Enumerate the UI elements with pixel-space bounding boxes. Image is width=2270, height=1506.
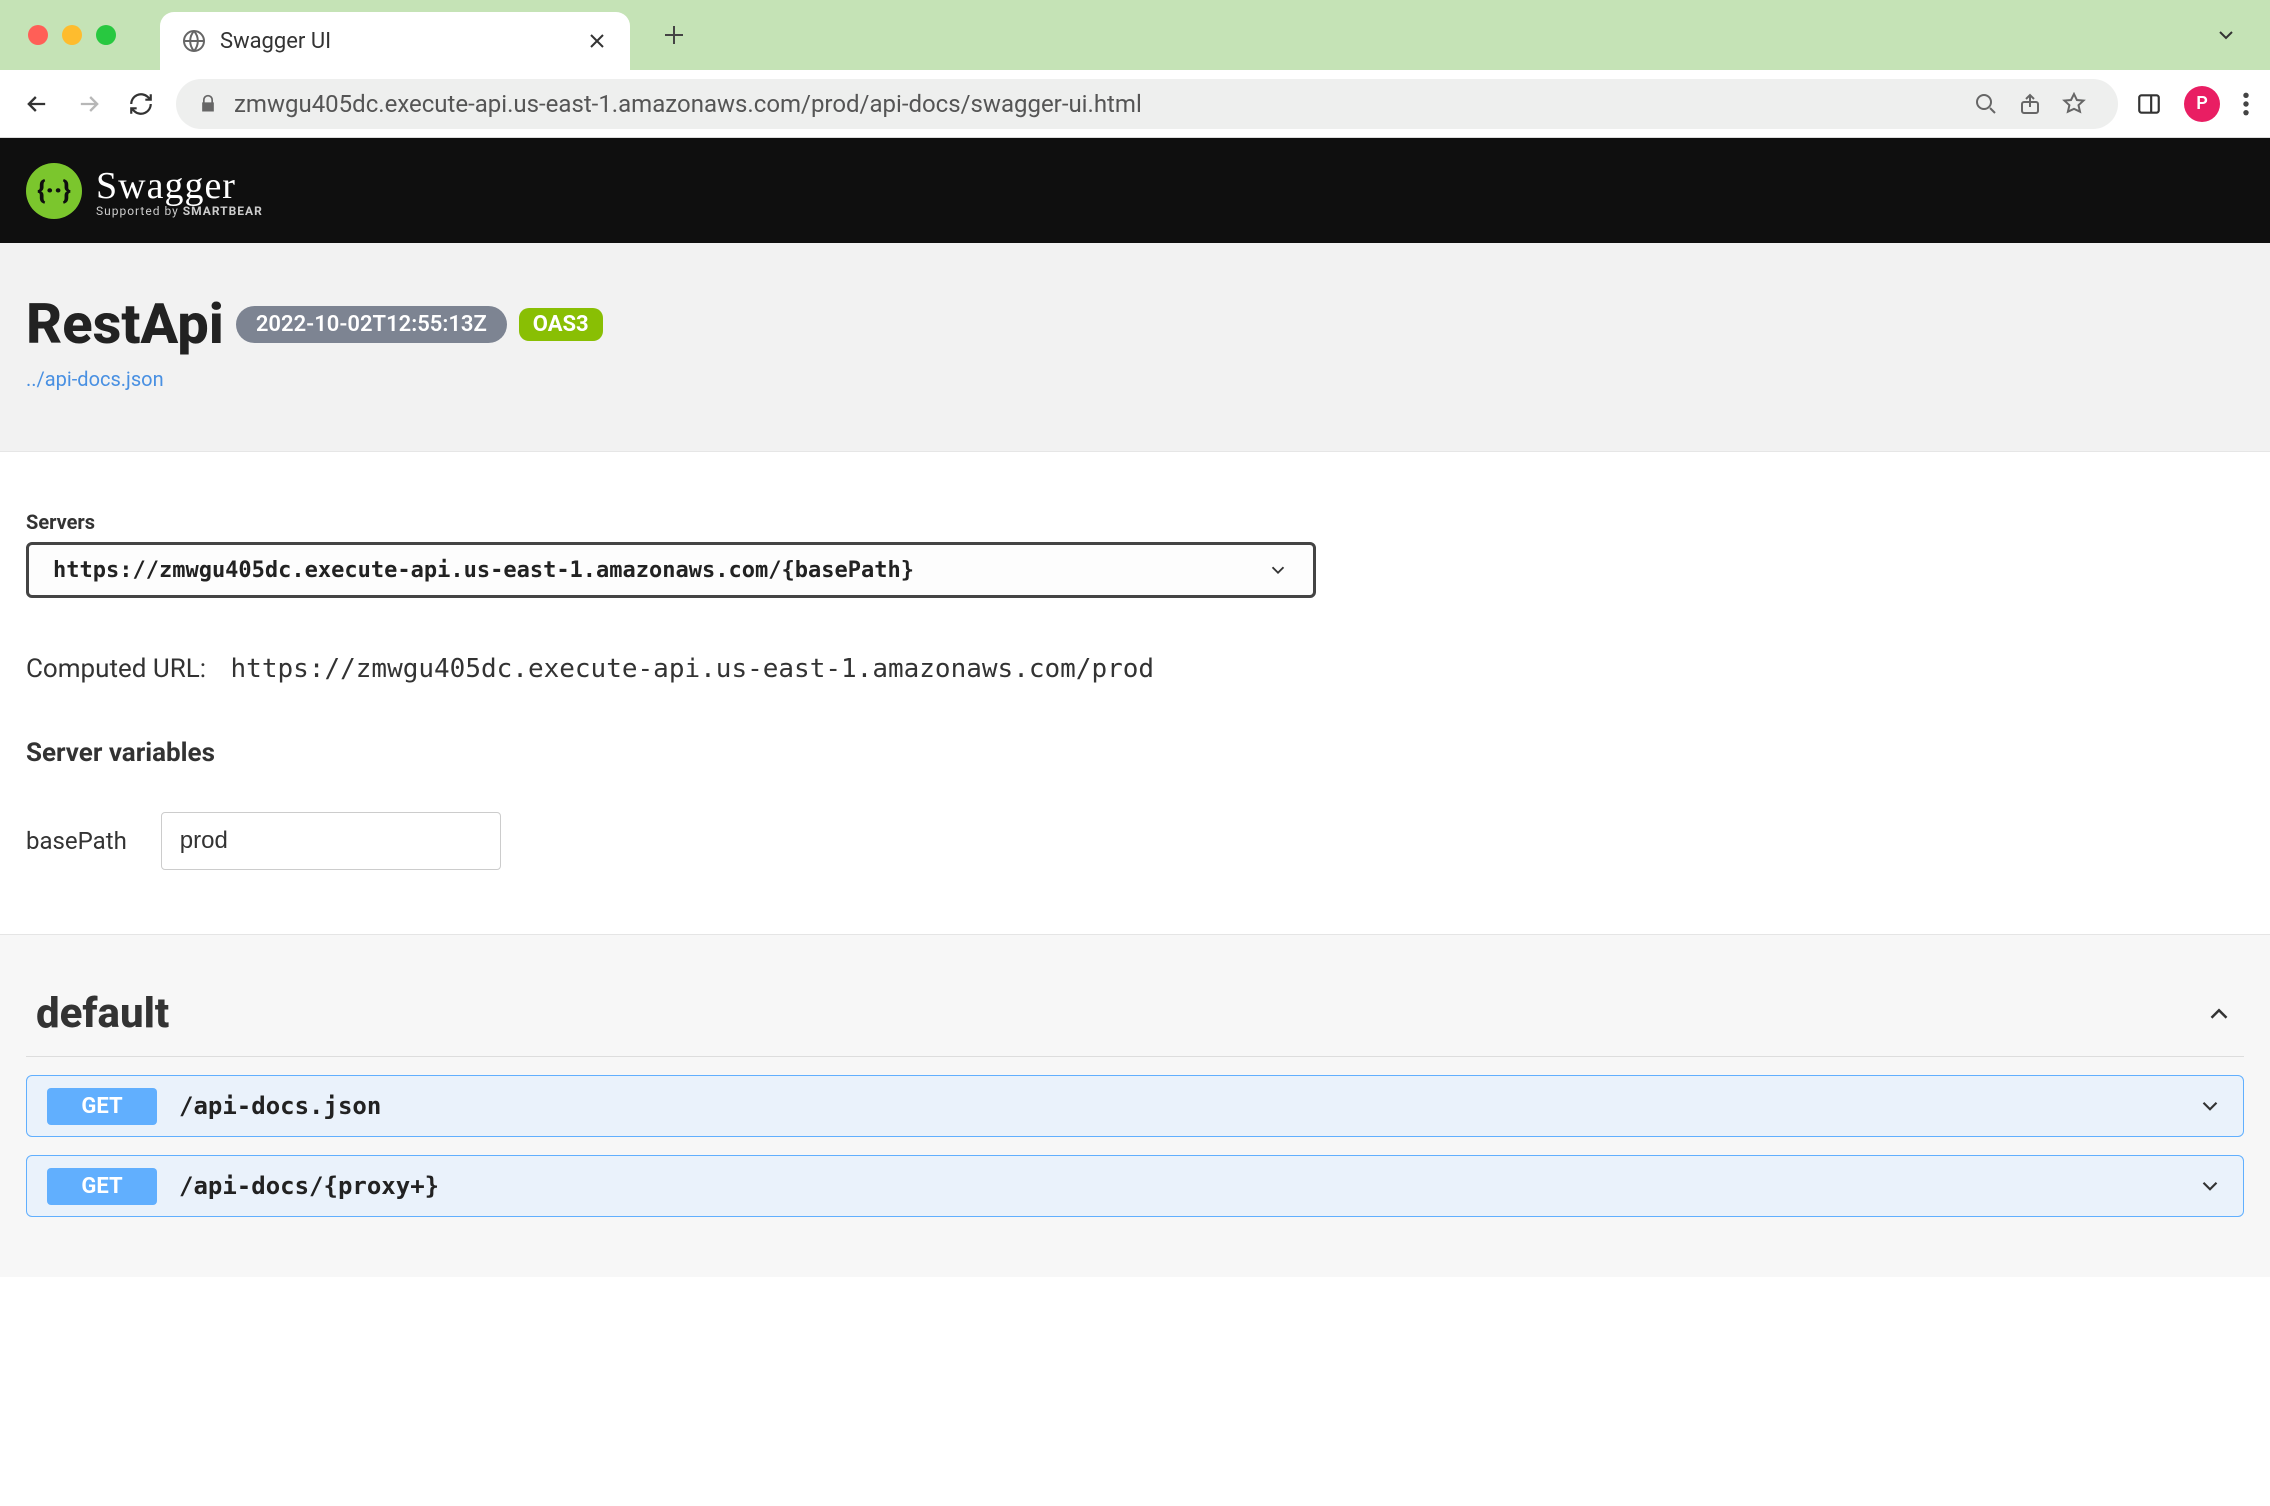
- operation-path: /api-docs.json: [179, 1092, 381, 1120]
- swagger-topbar: {··} Swagger Supported by SMARTBEAR: [0, 138, 2270, 243]
- servers-section: Servers https://zmwgu405dc.execute-api.u…: [0, 452, 2270, 934]
- servers-label: Servers: [26, 510, 2244, 534]
- share-icon[interactable]: [2018, 92, 2042, 116]
- swagger-logo-icon: {··}: [26, 163, 82, 219]
- profile-avatar[interactable]: P: [2184, 86, 2220, 122]
- avatar-letter: P: [2196, 93, 2208, 114]
- reload-button[interactable]: [124, 87, 158, 121]
- operation-row[interactable]: GET /api-docs/{proxy+}: [26, 1155, 2244, 1217]
- tab-close-button[interactable]: [588, 32, 612, 50]
- operation-path: /api-docs/{proxy+}: [179, 1172, 439, 1200]
- basepath-input[interactable]: [161, 812, 501, 870]
- tab-overflow-button[interactable]: [2214, 23, 2238, 47]
- server-variable-row: basePath: [26, 812, 2244, 870]
- side-panel-icon[interactable]: [2136, 91, 2162, 117]
- support-prefix: Supported by: [96, 204, 183, 218]
- tag-name: default: [36, 989, 169, 1038]
- server-select[interactable]: https://zmwgu405dc.execute-api.us-east-1…: [26, 542, 1316, 598]
- new-tab-button[interactable]: [662, 23, 686, 47]
- http-method-badge: GET: [47, 1088, 157, 1125]
- swagger-support: Supported by SMARTBEAR: [96, 204, 263, 218]
- chevron-down-icon: [2197, 1173, 2223, 1199]
- operations-section: default GET /api-docs.json GET /api-docs…: [0, 934, 2270, 1277]
- browser-chrome: Swagger UI zmwgu405dc.execute-api.us-eas…: [0, 0, 2270, 138]
- server-variable-name: basePath: [26, 827, 127, 855]
- chevron-down-icon: [1267, 559, 1289, 581]
- url-field[interactable]: zmwgu405dc.execute-api.us-east-1.amazona…: [176, 79, 2118, 129]
- swagger-brand[interactable]: {··} Swagger Supported by SMARTBEAR: [26, 163, 263, 219]
- api-title: RestApi: [26, 291, 224, 357]
- search-icon[interactable]: [1974, 92, 1998, 116]
- swagger-name: Swagger: [96, 164, 263, 208]
- window-minimize-button[interactable]: [62, 25, 82, 45]
- window-maximize-button[interactable]: [96, 25, 116, 45]
- tab-bar: Swagger UI: [0, 0, 2270, 70]
- menu-icon[interactable]: [2242, 91, 2250, 117]
- url-text: zmwgu405dc.execute-api.us-east-1.amazona…: [234, 90, 1958, 118]
- swagger-logo-glyph: {··}: [37, 176, 71, 206]
- server-select-value: https://zmwgu405dc.execute-api.us-east-1…: [53, 558, 914, 583]
- computed-url-row: Computed URL: https://zmwgu405dc.execute…: [26, 654, 2244, 684]
- window-close-button[interactable]: [28, 25, 48, 45]
- address-bar: zmwgu405dc.execute-api.us-east-1.amazona…: [0, 70, 2270, 138]
- lock-icon: [198, 94, 218, 114]
- tab-title: Swagger UI: [220, 29, 331, 54]
- toolbar-right: P: [2136, 86, 2250, 122]
- support-name: SMARTBEAR: [183, 204, 263, 218]
- api-docs-json-link[interactable]: ../api-docs.json: [26, 367, 164, 391]
- browser-tab[interactable]: Swagger UI: [160, 12, 630, 70]
- api-info-section: RestApi 2022-10-02T12:55:13Z OAS3 ../api…: [0, 243, 2270, 452]
- globe-icon: [182, 29, 206, 53]
- api-version-badge: 2022-10-02T12:55:13Z: [236, 306, 507, 343]
- computed-url-value: https://zmwgu405dc.execute-api.us-east-1…: [231, 654, 1155, 684]
- http-method-badge: GET: [47, 1168, 157, 1205]
- addr-actions: [1974, 92, 2096, 116]
- back-button[interactable]: [20, 87, 54, 121]
- tag-toggle[interactable]: default: [26, 965, 2244, 1057]
- chevron-down-icon: [2197, 1093, 2223, 1119]
- server-variables-title: Server variables: [26, 738, 2244, 768]
- chevron-up-icon: [2204, 999, 2234, 1029]
- forward-button[interactable]: [72, 87, 106, 121]
- window-controls: [28, 25, 116, 45]
- computed-url-label: Computed URL:: [26, 654, 206, 684]
- operation-row[interactable]: GET /api-docs.json: [26, 1075, 2244, 1137]
- oas-badge: OAS3: [519, 308, 603, 341]
- bookmark-icon[interactable]: [2062, 92, 2086, 116]
